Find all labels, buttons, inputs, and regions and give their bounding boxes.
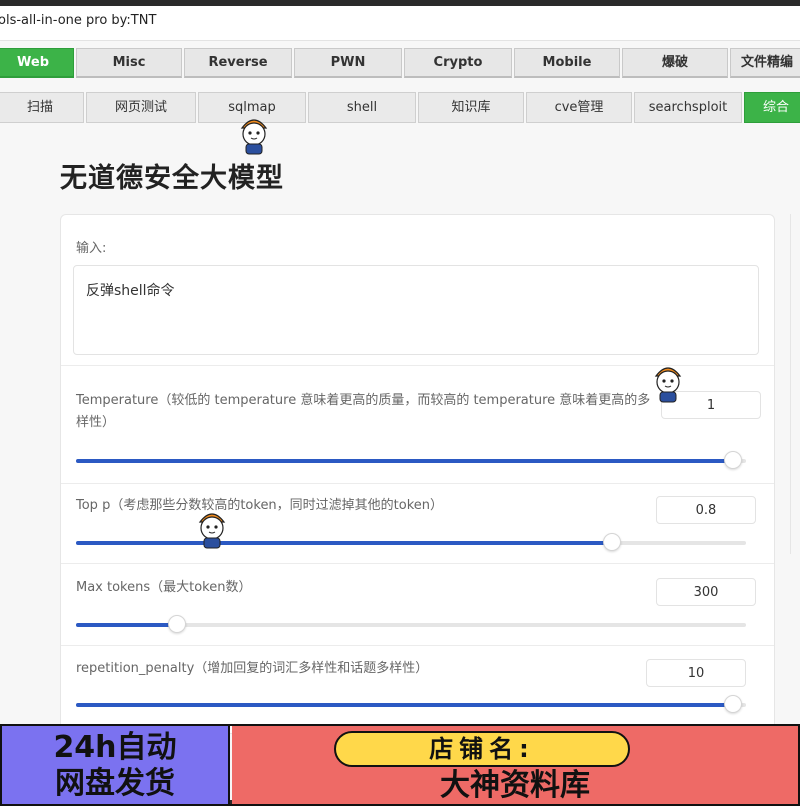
divider xyxy=(61,563,774,564)
repetition-penalty-slider-thumb[interactable] xyxy=(724,695,742,713)
temperature-label: Temperature（较低的 temperature 意味着更高的质量，而较高… xyxy=(76,393,651,430)
tab-scan[interactable]: 扫描 xyxy=(0,92,84,123)
temperature-slider[interactable] xyxy=(76,451,746,469)
tab-knowledge[interactable]: 知识库 xyxy=(418,92,524,123)
page-title: 无道德安全大模型 xyxy=(60,163,284,194)
top-p-slider-fill xyxy=(76,541,612,545)
repetition-penalty-input[interactable] xyxy=(646,659,746,687)
delivery-line-2: 网盘发货 xyxy=(55,766,175,801)
app-window: ols-all-in-one pro by:TNT Web Misc Rever… xyxy=(0,6,800,806)
tab-crypto[interactable]: Crypto xyxy=(404,48,512,78)
top-p-slider-thumb[interactable] xyxy=(603,533,621,551)
primary-tab-bar: Web Misc Reverse PWN Crypto Mobile 爆破 文件… xyxy=(0,48,800,80)
divider xyxy=(61,645,774,646)
prompt-input[interactable] xyxy=(73,265,759,355)
tab-shell[interactable]: shell xyxy=(308,92,416,123)
delivery-line-1: 24h自动 xyxy=(53,730,177,765)
repetition-penalty-label: repetition_penalty（增加回复的词汇多样性和话题多样性） xyxy=(76,661,429,676)
top-p-slider[interactable] xyxy=(76,533,746,551)
tab-file[interactable]: 文件精编 xyxy=(730,48,800,78)
tab-misc[interactable]: Misc xyxy=(76,48,182,78)
mascot-icon xyxy=(198,513,226,549)
tab-general[interactable]: 综合 xyxy=(744,92,800,123)
top-p-input[interactable] xyxy=(656,496,756,524)
input-label: 输入: xyxy=(76,241,107,256)
delivery-badge: 24h自动 网盘发货 xyxy=(2,726,230,804)
tab-cve[interactable]: cve管理 xyxy=(526,92,632,123)
tab-searchsploit[interactable]: searchsploit xyxy=(634,92,742,123)
temperature-slider-thumb[interactable] xyxy=(724,451,742,469)
side-panel-edge xyxy=(790,214,800,554)
max-tokens-slider-thumb[interactable] xyxy=(168,615,186,633)
model-form: 输入: Temperature（较低的 temperature 意味着更高的质量… xyxy=(60,214,775,734)
title-bar: ols-all-in-one pro by:TNT xyxy=(0,6,800,41)
max-tokens-slider-fill xyxy=(76,623,177,627)
max-tokens-label: Max tokens（最大token数） xyxy=(76,580,252,595)
shop-label: 店铺名: xyxy=(334,731,630,767)
max-tokens-input[interactable] xyxy=(656,578,756,606)
tab-reverse[interactable]: Reverse xyxy=(184,48,292,78)
secondary-tab-bar: 扫描 网页测试 sqlmap shell 知识库 cve管理 searchspl… xyxy=(0,92,800,124)
mascot-icon xyxy=(654,367,682,403)
tab-bruteforce[interactable]: 爆破 xyxy=(622,48,728,78)
repetition-penalty-slider-fill xyxy=(76,703,733,707)
shop-name: 大神资料库 xyxy=(440,768,590,803)
max-tokens-slider[interactable] xyxy=(76,615,746,633)
tab-web-test[interactable]: 网页测试 xyxy=(86,92,196,123)
tab-pwn[interactable]: PWN xyxy=(294,48,402,78)
repetition-penalty-slider[interactable] xyxy=(76,695,746,713)
top-p-label: Top p（考虑那些分数较高的token，同时过滤掉其他的token） xyxy=(76,498,444,513)
tab-mobile[interactable]: Mobile xyxy=(514,48,620,78)
shop-panel: 店铺名: 大神资料库 xyxy=(232,726,798,804)
divider xyxy=(61,483,774,484)
window-title: ols-all-in-one pro by:TNT xyxy=(0,13,157,28)
promo-banner: 24h自动 网盘发货 店铺名: 大神资料库 xyxy=(0,724,800,806)
tab-web[interactable]: Web xyxy=(0,48,74,78)
mascot-icon xyxy=(240,119,268,155)
temperature-slider-fill xyxy=(76,459,733,463)
